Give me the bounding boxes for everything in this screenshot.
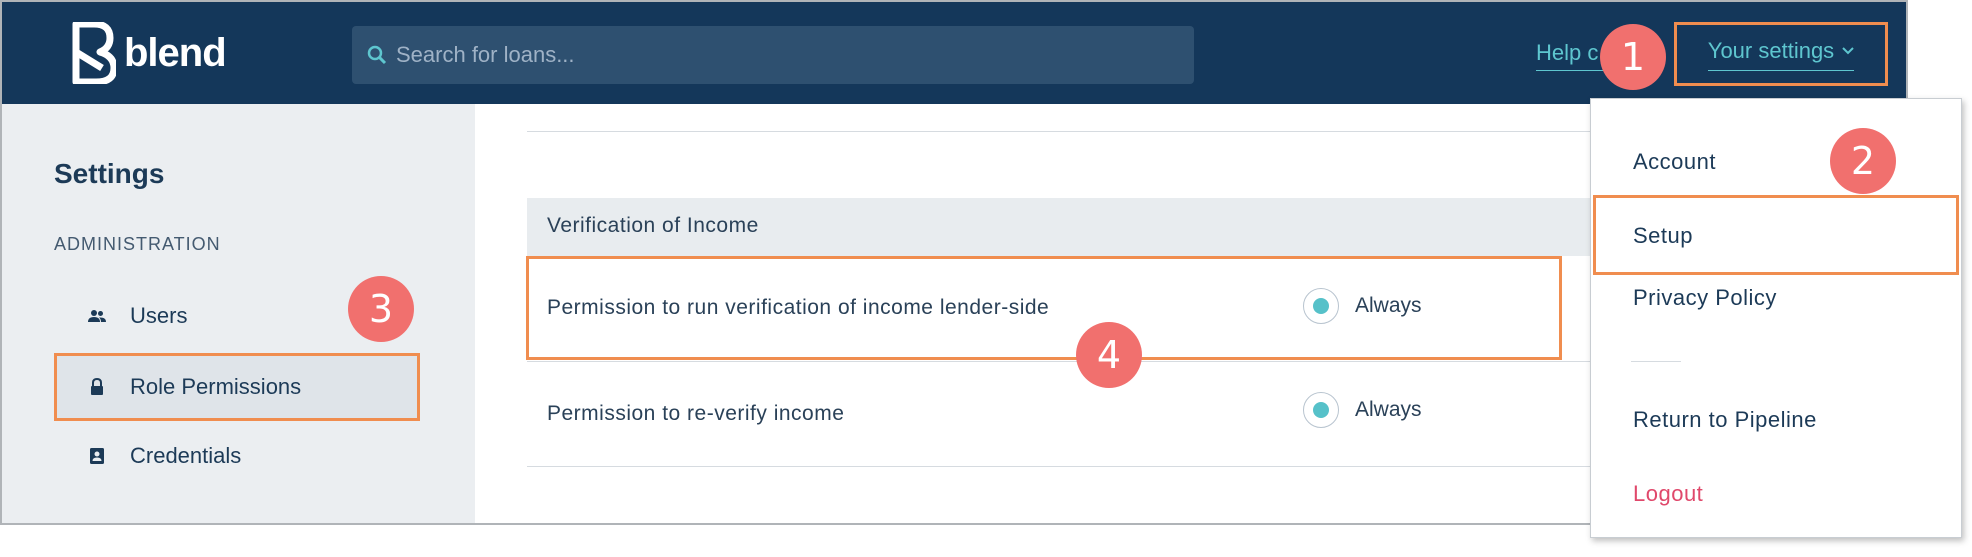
search-input[interactable] — [394, 41, 1178, 69]
chevron-down-icon — [1842, 46, 1854, 54]
section-header-verification-of-income: Verification of Income — [527, 198, 1707, 256]
step-badge-4: 4 — [1076, 322, 1142, 388]
sidebar-title: Settings — [54, 158, 165, 189]
divider — [527, 466, 1707, 467]
loan-search-box[interactable] — [352, 26, 1194, 84]
radio-label: Always — [1355, 398, 1422, 421]
menu-divider — [1631, 361, 1681, 362]
step-badge-3: 3 — [348, 276, 414, 342]
menu-item-account[interactable]: Account — [1633, 149, 1716, 175]
step-badge-1: 1 — [1600, 24, 1666, 90]
always-radio-button[interactable] — [1303, 392, 1339, 428]
permission-label: Permission to re-verify income — [547, 402, 845, 425]
menu-item-setup[interactable]: Setup — [1633, 223, 1693, 249]
users-icon — [88, 310, 106, 322]
lock-icon — [91, 378, 103, 395]
sidebar-item-label: Users — [130, 303, 188, 328]
highlight-box-permission-row — [526, 256, 1562, 360]
step-badge-2: 2 — [1830, 128, 1896, 194]
blend-logo-icon — [72, 22, 116, 84]
sidebar-item-credentials[interactable]: Credentials — [54, 422, 420, 490]
section-title: Verification of Income — [547, 214, 759, 237]
menu-item-logout[interactable]: Logout — [1633, 481, 1703, 507]
your-settings-button[interactable]: Your settings — [1674, 22, 1888, 86]
sidebar-item-label: Role Permissions — [130, 374, 302, 399]
blend-logo[interactable]: blend — [72, 22, 227, 84]
search-icon — [367, 45, 387, 65]
help-link[interactable]: Help c — [1536, 40, 1606, 71]
badge-icon — [90, 448, 104, 464]
your-settings-label: Your settings — [1707, 37, 1855, 71]
your-settings-text: Your settings — [1707, 37, 1835, 63]
sidebar-item-label: Credentials — [130, 443, 242, 468]
logo-text: blend — [124, 30, 227, 75]
sidebar-section-administration: ADMINISTRATION — [54, 234, 221, 254]
divider — [527, 131, 1707, 132]
settings-dropdown-menu: Account Setup Privacy Policy Return to P… — [1590, 98, 1962, 538]
menu-item-privacy-policy[interactable]: Privacy Policy — [1633, 285, 1777, 311]
sidebar-item-role-permissions[interactable]: Role Permissions — [54, 353, 420, 421]
menu-item-return-to-pipeline[interactable]: Return to Pipeline — [1633, 407, 1817, 433]
